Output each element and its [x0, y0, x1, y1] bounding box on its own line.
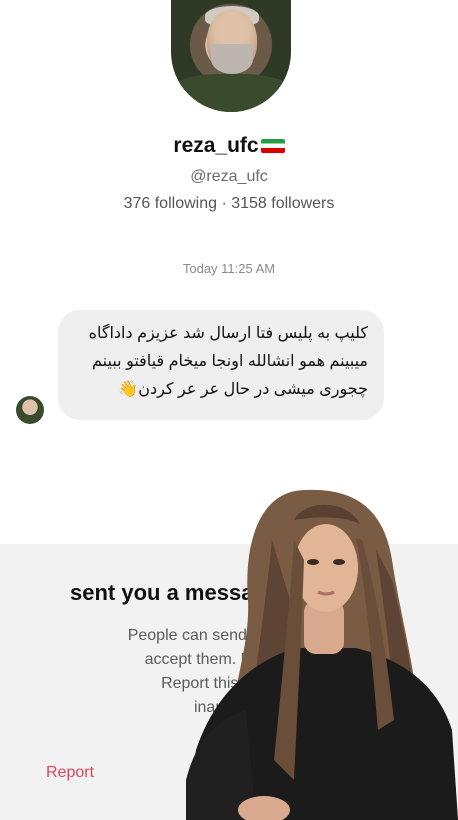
report-button[interactable]: Report [46, 764, 94, 782]
message-line: کلیپ به پلیس فتا ارسال شد عزیزم داداگاه [88, 325, 368, 342]
overlay-person-image [186, 489, 458, 820]
profile-handle: @reza_ufc [190, 168, 268, 185]
iran-flag-icon [260, 139, 285, 153]
dm-request-screen: reza_ufc @reza_ufc 376 following · 3158 … [0, 0, 458, 820]
sender-avatar[interactable] [16, 396, 44, 424]
profile-stats: 376 following · 3158 followers [123, 195, 335, 212]
message-line: چجوری میشی در حال عر عر کردن👋 [118, 381, 368, 398]
message-line: میبینم همو انشالله اونجا میخام قیافتو بب… [92, 353, 368, 370]
profile-avatar[interactable] [171, 0, 291, 112]
message-timestamp: Today 11:25 AM [182, 261, 276, 276]
message-bubble[interactable]: کلیپ به پلیس فتا ارسال شد عزیزم داداگاه … [58, 310, 384, 420]
username-text: reza_ufc [173, 134, 259, 157]
profile-username[interactable]: reza_ufc [0, 134, 458, 158]
waving-hand-emoji: 👋 [118, 381, 139, 398]
